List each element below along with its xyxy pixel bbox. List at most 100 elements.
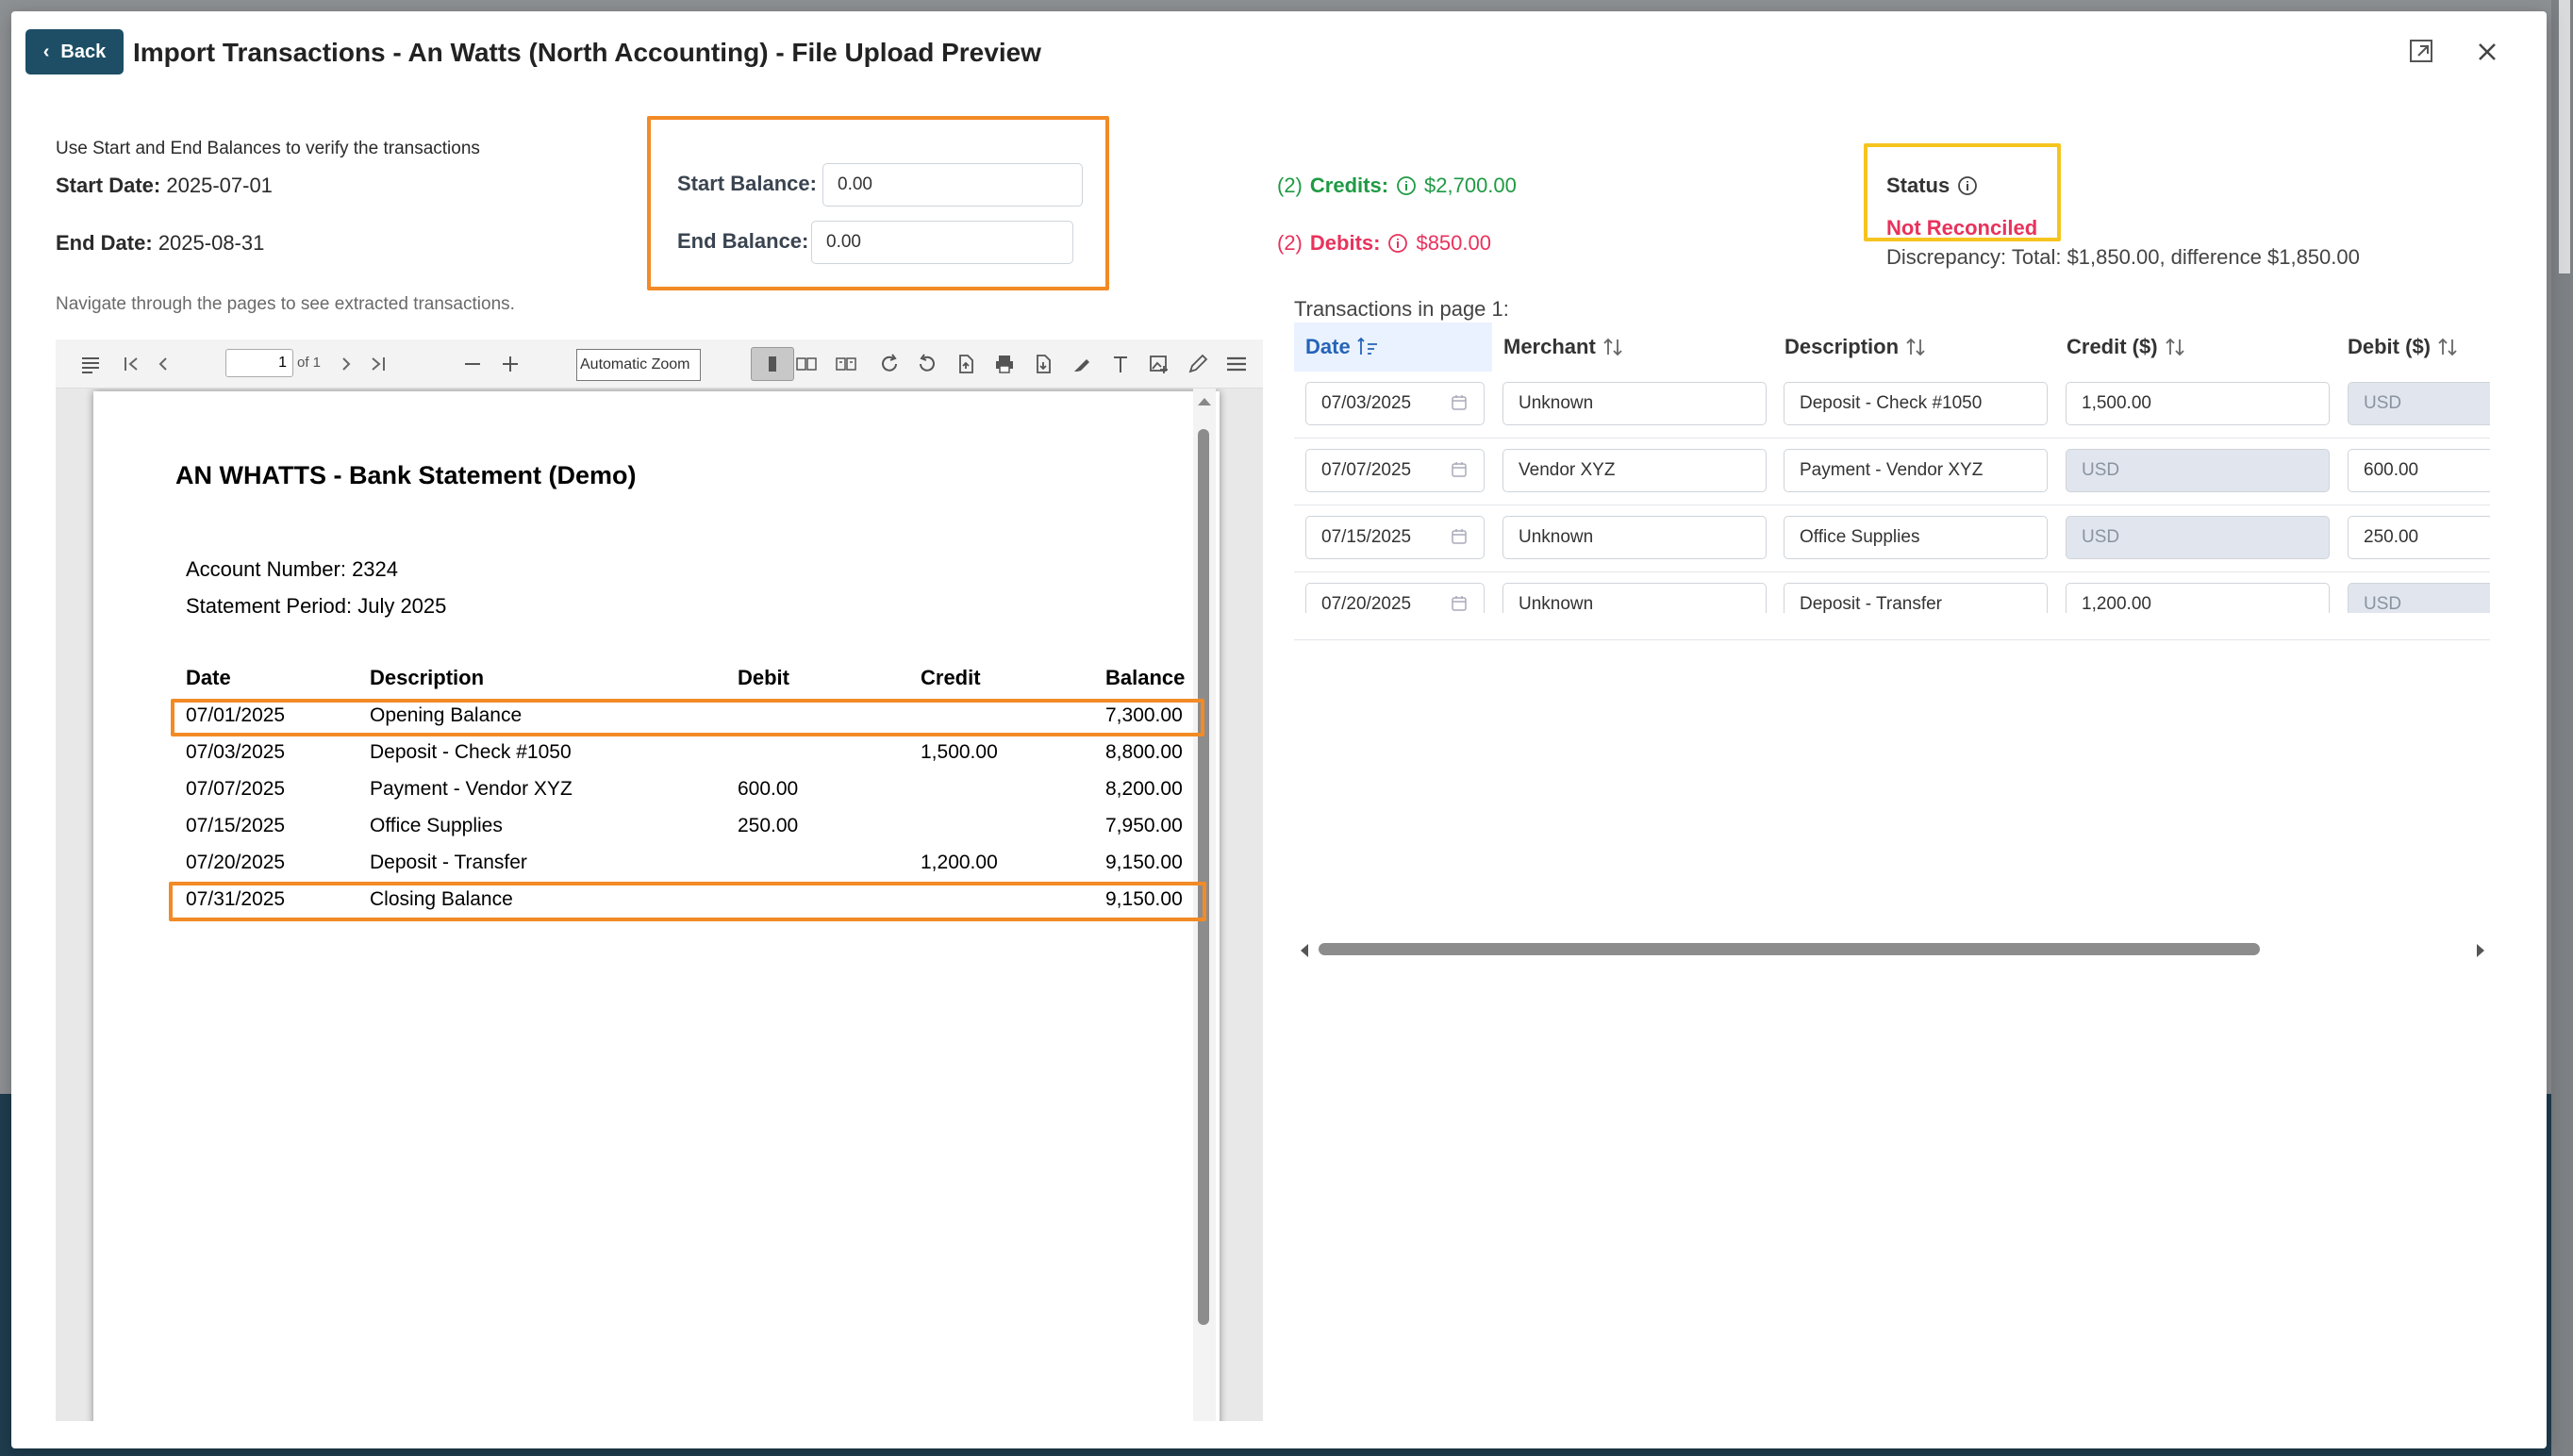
info-icon[interactable] <box>1387 233 1408 254</box>
verify-hint: Use Start and End Balances to verify the… <box>56 139 480 158</box>
debit-input: USD <box>2348 382 2490 425</box>
sidebar-toggle-icon[interactable] <box>79 353 102 375</box>
merchant-input[interactable]: Unknown <box>1502 583 1767 613</box>
calendar-icon[interactable] <box>1450 393 1469 412</box>
single-page-view-button[interactable] <box>751 347 794 381</box>
single-page-icon <box>769 356 776 372</box>
next-page-icon[interactable] <box>335 353 357 375</box>
back-button[interactable]: ‹ Back <box>25 29 124 74</box>
date-value: 07/20/2025 <box>1321 594 1412 613</box>
sort-icon[interactable] <box>2164 337 2186 357</box>
sort-ascending-icon[interactable] <box>1356 337 1379 357</box>
back-button-label: Back <box>60 41 107 62</box>
page-number-input[interactable] <box>225 349 293 377</box>
expand-icon[interactable] <box>2408 38 2436 66</box>
statement-cell: 07/01/2025 <box>186 704 286 726</box>
row-separator <box>1294 639 2490 640</box>
status-label: Status <box>1886 174 1978 198</box>
calendar-icon[interactable] <box>1450 460 1469 479</box>
download-icon[interactable] <box>1032 353 1054 375</box>
merchant-input[interactable]: Unknown <box>1502 516 1767 559</box>
statement-header-date: Date <box>186 666 231 689</box>
calendar-icon[interactable] <box>1450 527 1469 546</box>
table-scrollbar-thumb[interactable] <box>1319 943 2260 955</box>
description-input[interactable]: Payment - Vendor XYZ <box>1784 449 2048 492</box>
highlight-icon[interactable] <box>1071 353 1093 375</box>
zoom-in-icon[interactable] <box>499 353 522 375</box>
image-tool-icon[interactable] <box>1148 353 1170 375</box>
rotate-counterclockwise-icon[interactable] <box>916 353 938 375</box>
column-header-debit-label: Debit ($) <box>2348 335 2431 358</box>
date-value: 07/15/2025 <box>1321 527 1412 547</box>
discrepancy-text: Discrepancy: Total: $1,850.00, differenc… <box>1886 245 2360 269</box>
statement-cell: 07/07/2025 <box>186 778 286 800</box>
statement-cell: 1,500.00 <box>921 741 998 763</box>
statement-header-debit: Debit <box>738 666 789 689</box>
open-file-icon[interactable] <box>954 353 977 375</box>
text-tool-icon[interactable] <box>1109 353 1132 375</box>
first-page-icon[interactable] <box>120 353 142 375</box>
statement-cell: 07/15/2025 <box>186 815 286 836</box>
column-header-date-label: Date <box>1305 335 1351 358</box>
date-input[interactable]: 07/07/2025 <box>1305 449 1485 492</box>
statement-header-credit: Credit <box>921 666 981 689</box>
backdrop-scrollbar <box>2551 0 2573 1456</box>
two-page-view-icon[interactable] <box>795 353 818 375</box>
date-value: 07/03/2025 <box>1321 393 1412 413</box>
debits-count: (2) <box>1277 231 1303 255</box>
page-count: of 1 <box>297 355 322 371</box>
statement-header-balance: Balance <box>1105 666 1186 689</box>
end-balance-label: End Balance: <box>677 229 809 253</box>
column-header-date[interactable]: Date <box>1294 323 1492 372</box>
merchant-input[interactable]: Vendor XYZ <box>1502 449 1767 492</box>
date-input[interactable]: 07/20/2025 <box>1305 583 1485 613</box>
previous-page-icon[interactable] <box>152 353 174 375</box>
info-icon[interactable] <box>1957 175 1978 196</box>
statement-cell: 7,300.00 <box>1105 704 1183 726</box>
column-header-credit[interactable]: Credit ($) <box>2055 323 2329 372</box>
credit-input[interactable]: 1,200.00 <box>2066 583 2330 613</box>
close-icon[interactable] <box>2471 36 2503 68</box>
rotate-clockwise-icon[interactable] <box>878 353 901 375</box>
credit-input: USD <box>2066 449 2330 492</box>
zoom-select[interactable]: Automatic Zoom <box>576 349 701 381</box>
sort-icon[interactable] <box>2436 337 2459 357</box>
start-balance-input[interactable] <box>822 163 1083 207</box>
status-value: Not Reconciled <box>1886 216 2038 240</box>
debit-input[interactable]: 600.00 <box>2348 449 2490 492</box>
end-balance-input[interactable] <box>811 221 1073 264</box>
zoom-out-icon[interactable] <box>461 353 484 375</box>
column-header-description[interactable]: Description <box>1773 323 2047 372</box>
date-input[interactable]: 07/03/2025 <box>1305 382 1485 425</box>
scroll-up-icon[interactable] <box>1193 390 1216 413</box>
scroll-left-icon[interactable] <box>1297 941 1312 960</box>
last-page-icon[interactable] <box>367 353 390 375</box>
debits-label: Debits: <box>1309 231 1381 255</box>
column-header-merchant-label: Merchant <box>1503 335 1596 358</box>
sort-icon[interactable] <box>1904 337 1927 357</box>
column-header-debit[interactable]: Debit ($) <box>2336 323 2490 372</box>
opening-balance-highlight <box>171 699 1204 736</box>
date-input[interactable]: 07/15/2025 <box>1305 516 1485 559</box>
statement-cell: Payment - Vendor XYZ <box>370 778 573 800</box>
description-input[interactable]: Office Supplies <box>1784 516 2048 559</box>
menu-icon[interactable] <box>1225 353 1248 375</box>
column-header-description-label: Description <box>1784 335 1900 358</box>
calendar-icon[interactable] <box>1450 594 1469 613</box>
description-input[interactable]: Deposit - Transfer <box>1784 583 2048 613</box>
debit-input[interactable]: 250.00 <box>2348 516 2490 559</box>
merchant-input[interactable]: Unknown <box>1502 382 1767 425</box>
description-input[interactable]: Deposit - Check #1050 <box>1784 382 2048 425</box>
draw-tool-icon[interactable] <box>1187 353 1209 375</box>
sort-icon[interactable] <box>1602 337 1624 357</box>
scroll-right-icon[interactable] <box>2473 941 2488 960</box>
book-view-icon[interactable] <box>835 353 857 375</box>
statement-cell: 250.00 <box>738 815 799 836</box>
pdf-scrollbar-thumb[interactable] <box>1198 429 1209 1325</box>
credit-input[interactable]: 1,500.00 <box>2066 382 2330 425</box>
info-icon[interactable] <box>1396 175 1417 196</box>
print-icon[interactable] <box>993 353 1016 375</box>
column-header-merchant[interactable]: Merchant <box>1492 323 1766 372</box>
start-balance-label: Start Balance: <box>677 172 817 195</box>
transactions-caption: Transactions in page 1: <box>1294 297 1509 321</box>
